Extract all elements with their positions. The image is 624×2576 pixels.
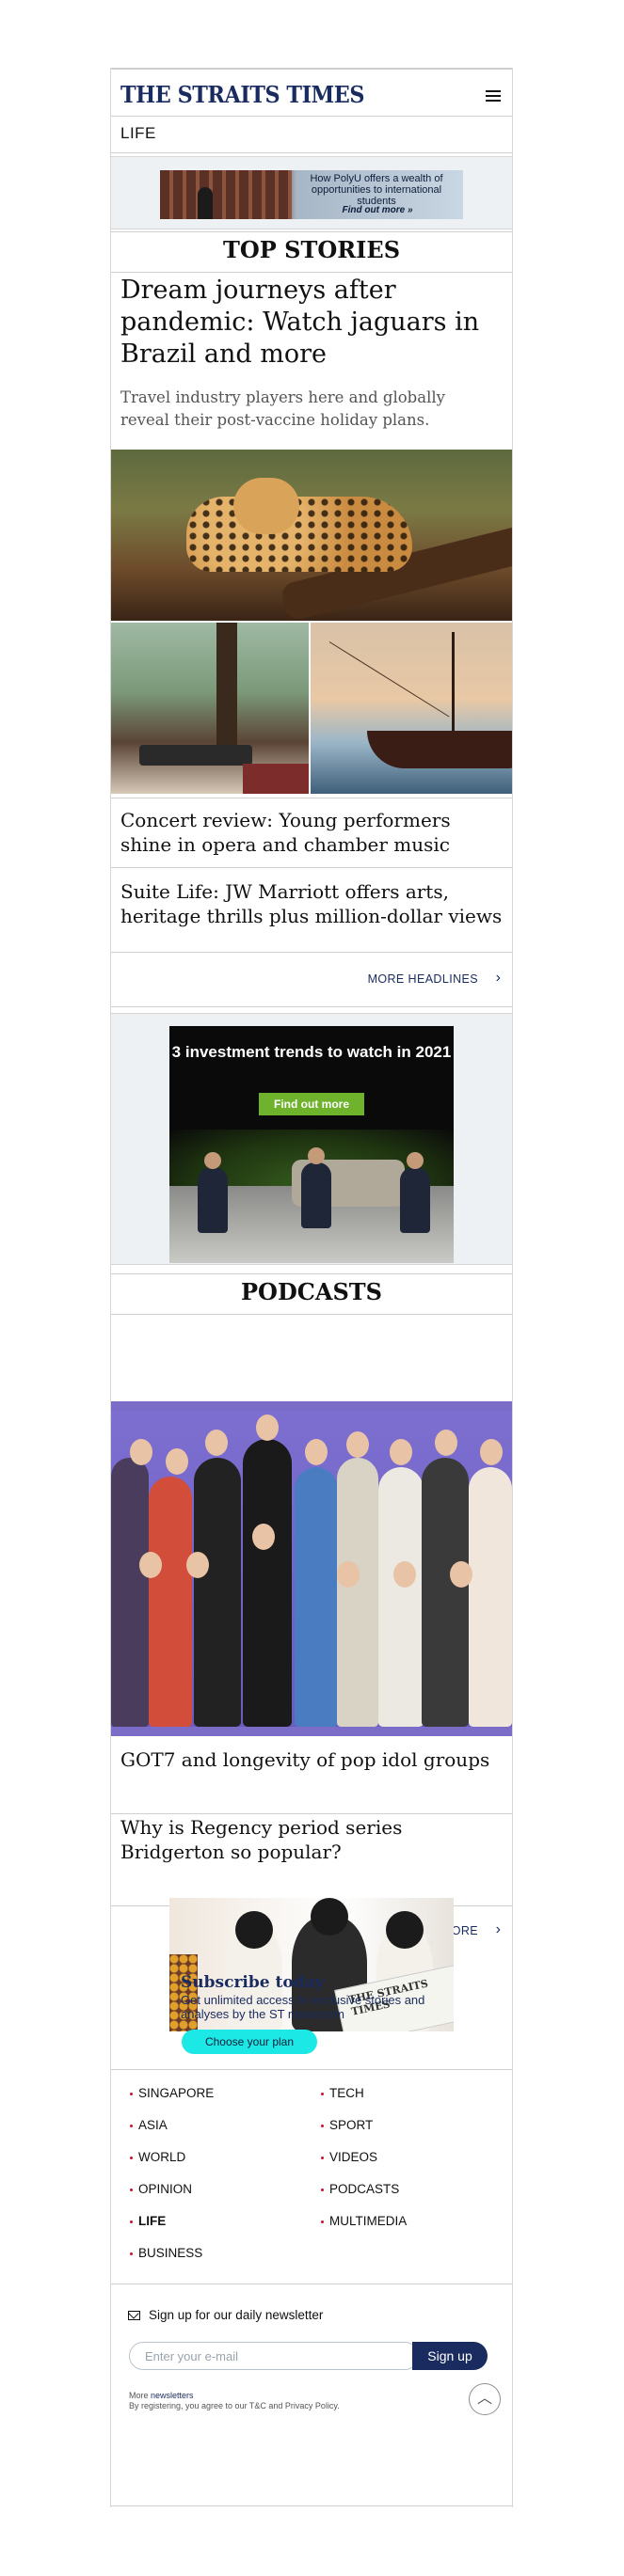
top-stories-heading: TOP STORIES bbox=[222, 236, 401, 263]
divider bbox=[111, 152, 512, 153]
newsletter-label: Sign up for our daily newsletter bbox=[149, 2308, 324, 2322]
ad-banner-cta[interactable]: Find out more » bbox=[333, 205, 422, 215]
divider bbox=[111, 1813, 512, 1814]
email-input[interactable] bbox=[129, 2342, 419, 2370]
lead-story-summary: Travel industry players here and globall… bbox=[120, 388, 445, 429]
chevron-right-icon: › bbox=[495, 970, 501, 986]
mail-icon bbox=[128, 2311, 140, 2321]
ad-investment-title: 3 investment trends to watch in 2021 bbox=[171, 1043, 452, 1061]
footer-nav-opinion[interactable]: OPINION bbox=[130, 2182, 192, 2196]
ad-investment-cta[interactable]: Find out more bbox=[259, 1093, 364, 1115]
podcast-item-got7[interactable]: GOT7 and longevity of pop idol groups bbox=[120, 1747, 506, 1772]
headline-jw-marriott[interactable]: Suite Life: JW Marriott offers arts, her… bbox=[120, 879, 506, 928]
footer-nav-singapore[interactable]: SINGAPORE bbox=[130, 2086, 214, 2100]
ad-strip-mid: 3 investment trends to watch in 2021 Fin… bbox=[111, 1013, 512, 1265]
subscribe-text: Get unlimited access to exclusive storie… bbox=[181, 1993, 425, 2021]
hamburger-icon[interactable] bbox=[486, 90, 501, 102]
section-label[interactable]: LIFE bbox=[120, 124, 156, 143]
divider bbox=[111, 867, 512, 868]
footer-nav-tech[interactable]: TECH bbox=[321, 2086, 364, 2100]
divider bbox=[111, 2069, 512, 2070]
more-headlines-label: MORE HEADLINES bbox=[367, 972, 478, 986]
podcast-image-got7[interactable] bbox=[111, 1401, 512, 1736]
ship-image[interactable] bbox=[311, 623, 512, 794]
ad-building-image bbox=[160, 170, 292, 219]
footer-nav-life[interactable]: LIFE bbox=[130, 2214, 166, 2228]
back-to-top-button[interactable]: ︿ bbox=[469, 2383, 501, 2415]
podcasts-heading: PODCASTS bbox=[240, 1278, 382, 1305]
lead-story-image-jaguar[interactable] bbox=[111, 450, 512, 621]
newsletter-disclaimer: By registering, you agree to our T&C and… bbox=[129, 2401, 340, 2410]
newsletter-label-row: Sign up for our daily newsletter bbox=[128, 2308, 323, 2322]
more-headlines-link[interactable]: MORE HEADLINES › bbox=[111, 966, 512, 994]
subscribe-title: Subscribe today bbox=[181, 1973, 325, 1992]
ad-banner-polyu[interactable]: How PolyU offers a wealth of opportuniti… bbox=[160, 170, 463, 219]
podcast-item-bridgerton[interactable]: Why is Regency period series Bridgerton … bbox=[120, 1815, 506, 1864]
choose-plan-button[interactable]: Choose your plan bbox=[182, 2030, 317, 2054]
footer-nav-sport[interactable]: SPORT bbox=[321, 2118, 373, 2132]
more-newsletters-link[interactable]: newsletters bbox=[151, 2391, 194, 2400]
divider bbox=[111, 2505, 512, 2506]
lead-story-images bbox=[111, 623, 512, 794]
masthead: THE STRAITS TIMES bbox=[111, 68, 512, 117]
ad-person-silhouette bbox=[198, 187, 213, 219]
footer-nav-business[interactable]: BUSINESS bbox=[130, 2246, 202, 2260]
more-newsletters-text: More newsletters bbox=[129, 2391, 194, 2400]
signup-button[interactable]: Sign up bbox=[412, 2342, 488, 2370]
ad-banner-investment[interactable]: 3 investment trends to watch in 2021 Fin… bbox=[169, 1026, 454, 1263]
headline-concert-review[interactable]: Concert review: Young performers shine i… bbox=[120, 808, 506, 857]
divider bbox=[111, 1006, 512, 1007]
chevron-right-icon: › bbox=[495, 1921, 501, 1937]
divider bbox=[111, 952, 512, 953]
resort-image[interactable] bbox=[111, 623, 309, 794]
footer-nav-asia[interactable]: ASIA bbox=[130, 2118, 168, 2132]
page: THE STRAITS TIMES LIFE How PolyU offers … bbox=[110, 68, 513, 2507]
footer-nav-podcasts[interactable]: PODCASTS bbox=[321, 2182, 399, 2196]
footer-nav-multimedia[interactable]: MULTIMEDIA bbox=[321, 2214, 407, 2228]
lead-story-title[interactable]: Dream journeys after pandemic: Watch jag… bbox=[120, 275, 506, 371]
ad-banner-text: How PolyU offers a wealth of opportuniti… bbox=[310, 173, 443, 207]
ad-strip-top: How PolyU offers a wealth of opportuniti… bbox=[111, 156, 512, 229]
arrow-up-icon: ︿ bbox=[476, 2391, 492, 2407]
footer-nav-world[interactable]: WORLD bbox=[130, 2150, 185, 2164]
footer-nav-videos[interactable]: VIDEOS bbox=[321, 2150, 377, 2164]
site-logo[interactable]: THE STRAITS TIMES bbox=[120, 81, 364, 108]
